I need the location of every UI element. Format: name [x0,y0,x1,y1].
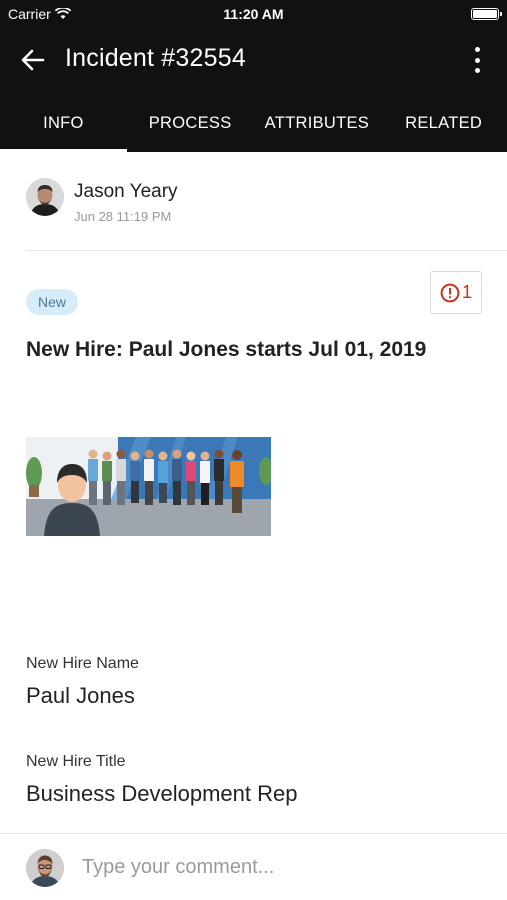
more-vertical-icon [474,47,480,52]
status-bar: Carrier 11:20 AM [0,0,507,28]
title-row: Incident #32554 [0,36,507,84]
back-button[interactable] [18,46,48,74]
field-label-new-hire-title: New Hire Title [26,753,126,770]
tab-info[interactable]: INFO [0,100,127,152]
tab-related[interactable]: RELATED [380,100,507,152]
team-illustration [26,437,271,536]
arrow-left-icon [21,49,45,71]
alert-count: 1 [461,282,472,302]
battery-icon [471,8,502,20]
tab-attributes[interactable]: ATTRIBUTES [254,100,381,152]
field-value-new-hire-title: Business Development Rep [26,781,298,806]
author-avatar[interactable] [26,178,64,216]
new-hire-illustration[interactable] [26,437,271,536]
alert-count-button[interactable]: 1 [430,271,482,314]
current-user-avatar [26,849,64,887]
page-title: Incident #32554 [65,44,246,72]
person-avatar-icon [26,178,64,216]
comment-input[interactable] [82,850,482,884]
status-badge: New [26,289,79,315]
more-options-button[interactable] [469,44,485,76]
field-label-new-hire-name: New Hire Name [26,655,139,672]
person-avatar-icon [26,849,64,887]
field-value-new-hire-name: Paul Jones [26,683,135,708]
author-timestamp: Jun 28 11:19 PM [74,209,172,224]
tab-process[interactable]: PROCESS [127,100,254,152]
divider [26,250,507,251]
app-header: Carrier 11:20 AM Incident #32554 INFO PR… [0,0,507,152]
author-row: Jason Yeary Jun 28 11:19 PM [26,176,486,224]
alert-icon [440,283,460,302]
author-name[interactable]: Jason Yeary [74,181,178,203]
comment-bar [0,834,507,900]
incident-headline: New Hire: Paul Jones starts Jul 01, 2019 [26,338,427,361]
status-time: 11:20 AM [223,6,284,22]
tab-bar: INFO PROCESS ATTRIBUTES RELATED [0,100,507,152]
